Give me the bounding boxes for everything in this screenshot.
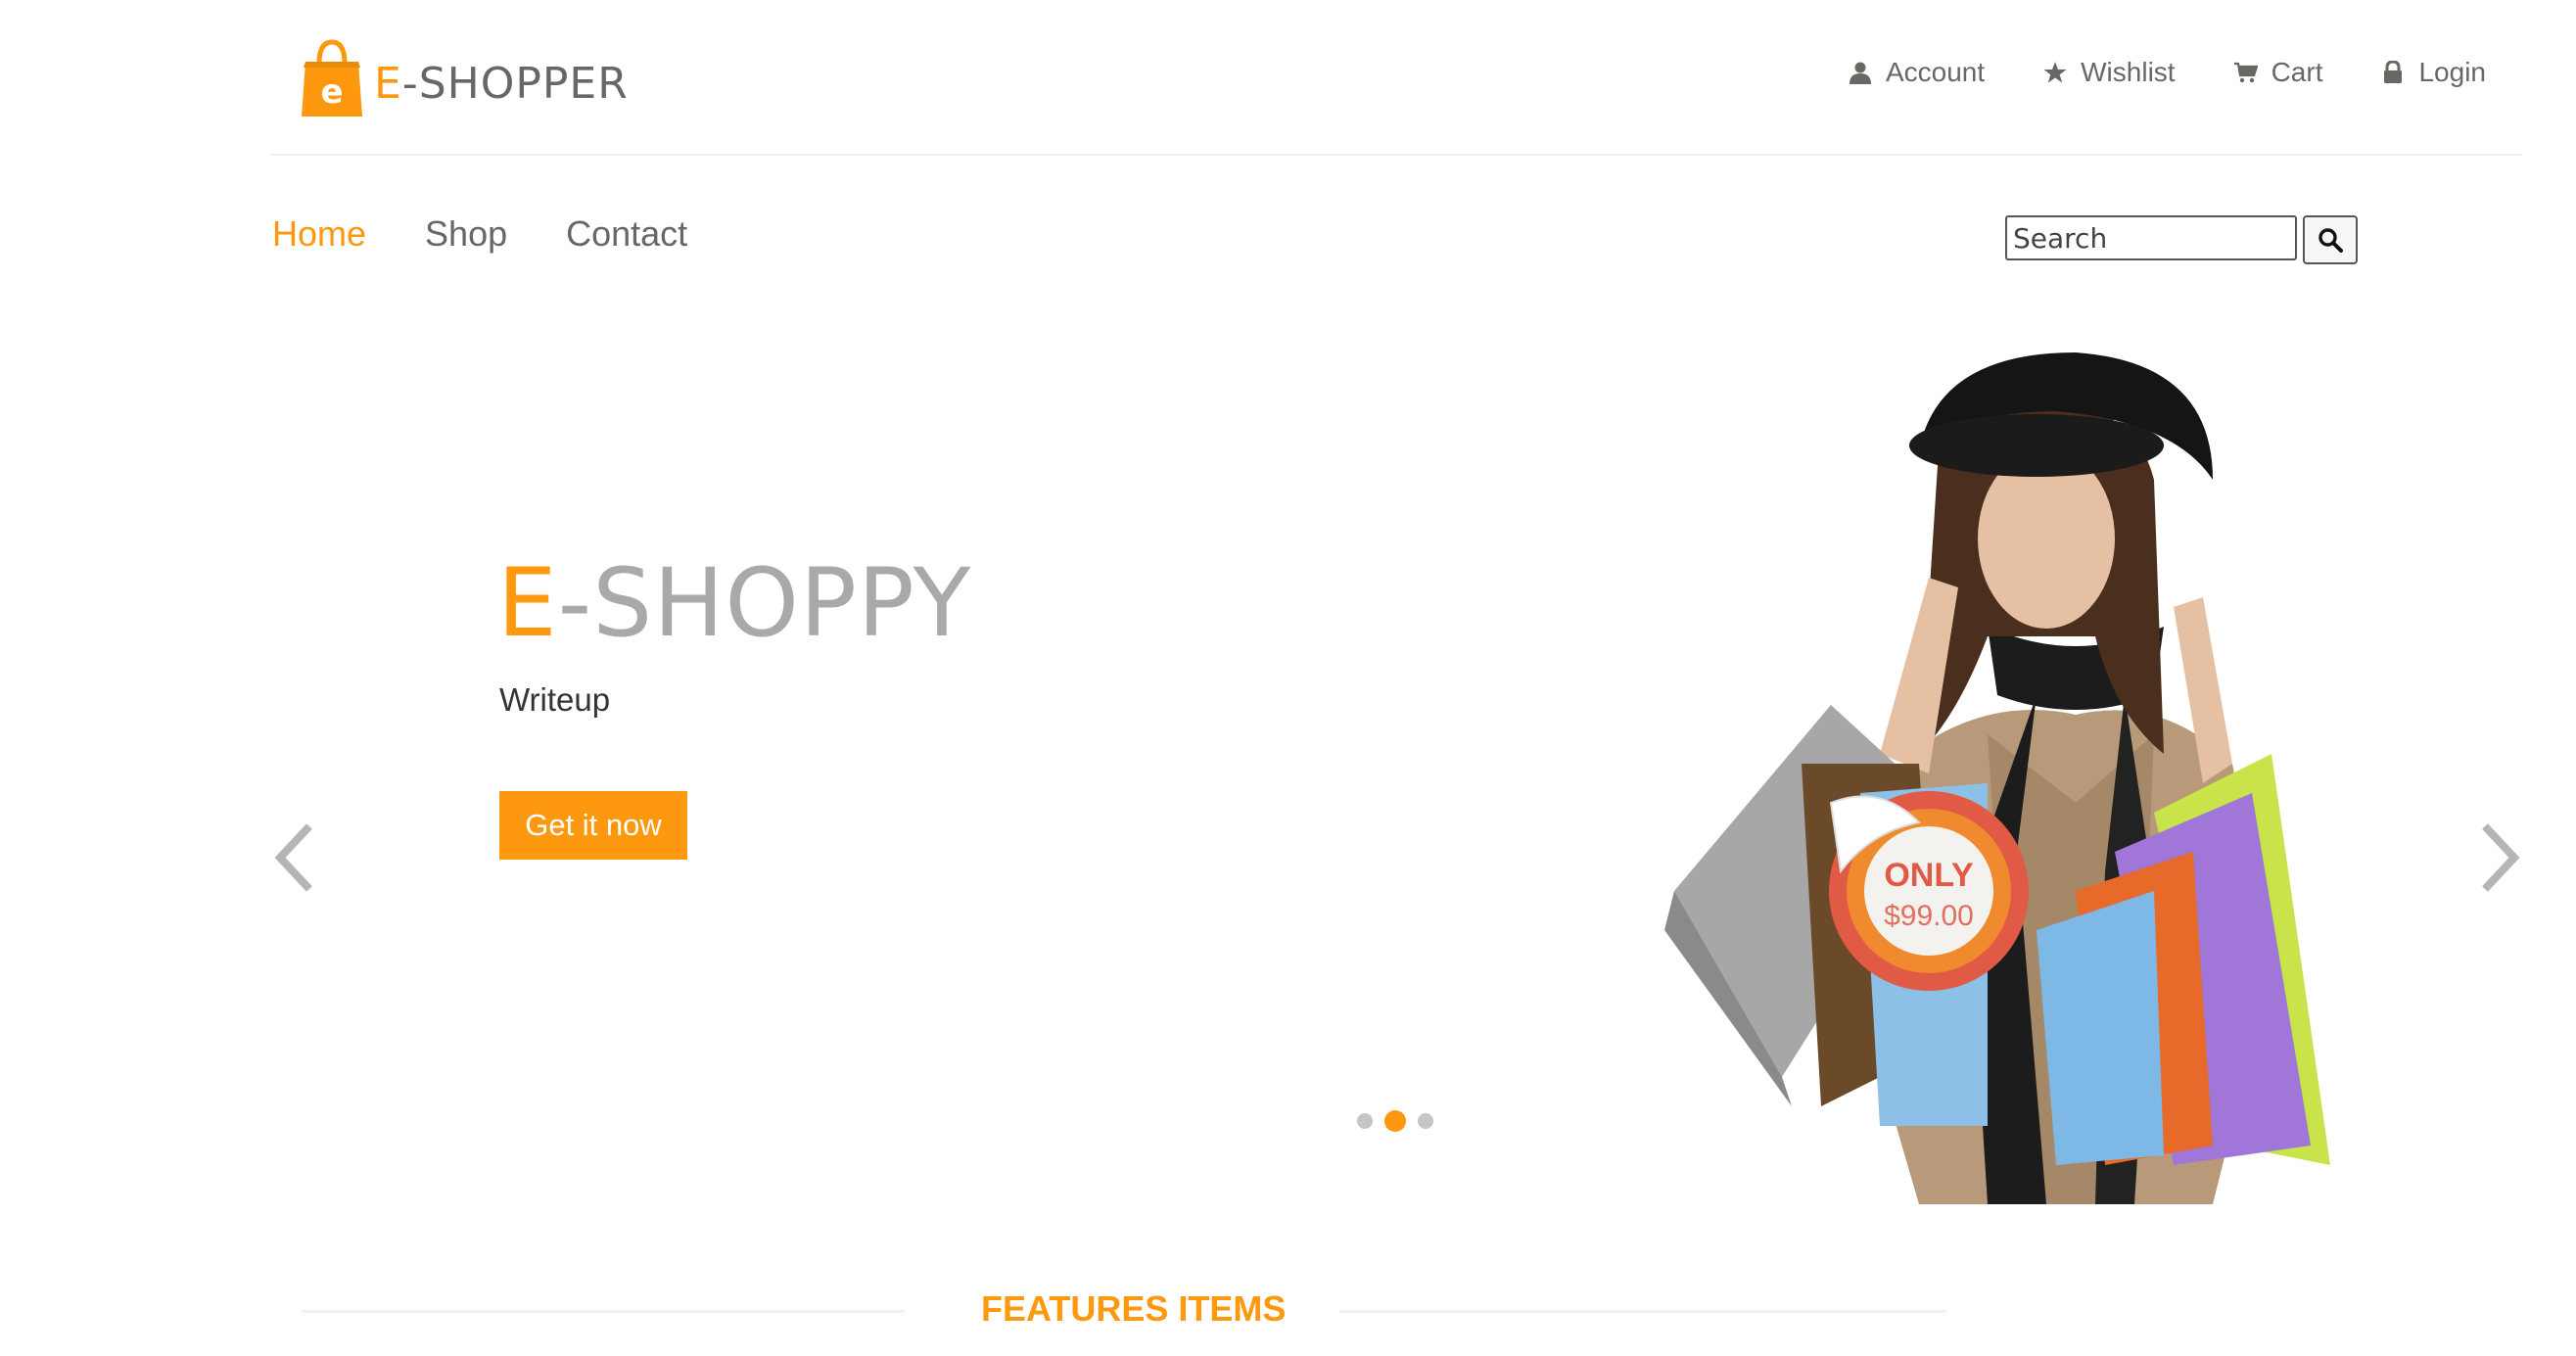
features-divider-left (302, 1310, 905, 1313)
slider-dot-1[interactable] (1357, 1113, 1373, 1129)
logo-text-first: E (374, 59, 402, 109)
slide-subtitle: Writeup (499, 681, 611, 718)
nav-contact[interactable]: Contact (566, 213, 687, 255)
wishlist-label: Wishlist (2081, 57, 2176, 87)
slider-dot-3[interactable] (1418, 1113, 1433, 1129)
account-label: Account (1885, 57, 1986, 87)
user-icon (1849, 62, 1871, 84)
slide-title-first: E (497, 548, 558, 658)
login-link[interactable]: Login (2381, 57, 2486, 88)
slider-prev-button[interactable] (270, 818, 319, 897)
lock-icon (2384, 61, 2403, 83)
hero-illustration: ONLY $99.00 (1664, 352, 2330, 1204)
cart-label: Cart (2271, 57, 2323, 87)
slide-title: E-SHOPPY (497, 556, 971, 650)
wishlist-link[interactable]: Wishlist (2043, 57, 2176, 88)
main-nav: Home Shop Contact (272, 213, 687, 255)
hero-image-shopping-girl: ONLY $99.00 (1527, 343, 2492, 1204)
account-link[interactable]: Account (1849, 57, 1985, 88)
login-label: Login (2418, 57, 2486, 87)
logo-text-rest: -SHOPPER (401, 59, 629, 109)
logo-letter: e (320, 72, 343, 112)
top-nav: Account Wishlist Cart Login (1849, 57, 2486, 88)
shopping-bag-logo-icon: e (302, 39, 362, 117)
slide-title-rest: -SHOPPY (557, 548, 972, 658)
price-badge-price: $99.00 (1884, 900, 1974, 932)
features-items-heading: FEATURES ITEMS (981, 1288, 1287, 1329)
nav-home[interactable]: Home (272, 213, 366, 255)
star-icon (2043, 62, 2067, 83)
header-divider (270, 154, 2522, 156)
page: e E-SHOPPER Account Wishlist Cart Login … (0, 0, 2576, 1356)
search-input[interactable] (2005, 215, 2297, 260)
nav-shop[interactable]: Shop (425, 213, 507, 255)
cart-icon (2233, 62, 2258, 83)
slider-indicators (1357, 1110, 1433, 1132)
site-logo[interactable]: e E-SHOPPER (300, 37, 629, 121)
chevron-left-icon (274, 823, 312, 892)
cart-link[interactable]: Cart (2233, 57, 2323, 88)
search-box (2005, 215, 2358, 264)
search-icon (2318, 228, 2343, 253)
slider-dot-2[interactable] (1384, 1110, 1406, 1132)
features-divider-right (1339, 1310, 1946, 1313)
get-it-now-button[interactable]: Get it now (499, 791, 687, 860)
search-button[interactable] (2303, 215, 2358, 264)
price-badge-only: ONLY (1884, 857, 1974, 894)
logo-text: E-SHOPPER (374, 53, 629, 106)
